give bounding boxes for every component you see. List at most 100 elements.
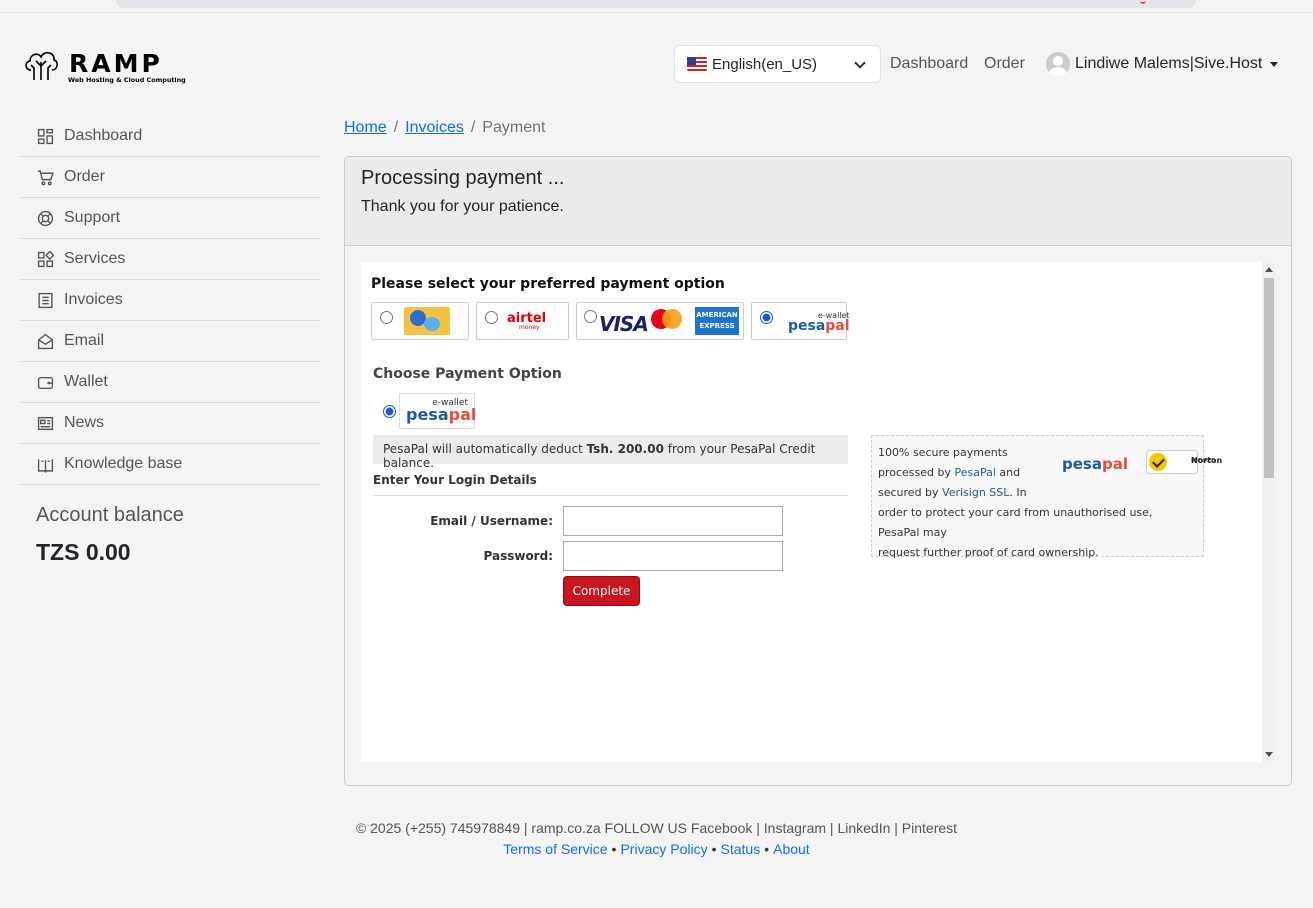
option-pesapal-ewallet[interactable]: e-wallet pesapal [751, 302, 850, 340]
radio-pesapal-ewallet[interactable] [760, 311, 773, 324]
sidebar-item-dashboard[interactable]: Dashboard [20, 116, 320, 157]
sidebar-item-label: Services [64, 250, 126, 267]
pesapal-ewallet-logo-icon: e-wallet pesapal [788, 311, 850, 334]
privacy-link[interactable]: Privacy Policy [620, 841, 707, 857]
sidebar-item-support[interactable]: Support [20, 198, 320, 239]
nav-dashboard[interactable]: Dashboard [890, 55, 968, 73]
option-tigo-pesa[interactable] [371, 302, 469, 340]
about-link[interactable]: About [773, 841, 810, 857]
sidebar-item-label: Support [64, 209, 121, 226]
browser-top-strip [0, 0, 1313, 13]
user-menu[interactable]: Lindiwe Malems|Sive.Host [1046, 52, 1279, 76]
secure-payment-notice: 100% secure payments processed by PesaPa… [871, 435, 1222, 559]
pesapal-logo-icon: pesapal [1062, 455, 1128, 473]
breadcrumb: Home / Invoices / Payment [344, 119, 545, 137]
radio-pesapal-choice[interactable] [383, 405, 396, 418]
cloud-tree-logo-icon [25, 51, 58, 80]
login-details-title: Enter Your Login Details [373, 473, 848, 496]
footer-links: Terms of Service • Privacy Policy • Status • A… [503, 841, 810, 857]
language-label: English(en_US) [712, 55, 818, 73]
us-flag-icon [687, 57, 707, 71]
account-balance-value: TZS 0.00 [36, 539, 131, 565]
account-balance-title: Account balance [36, 504, 184, 526]
wallet-icon [37, 376, 54, 389]
airtel-money-logo-icon: airtel money [507, 311, 547, 331]
breadcrumb-current: Payment [482, 119, 546, 136]
radio-tigo-pesa[interactable] [380, 311, 393, 324]
breadcrumb-separator: / [393, 119, 399, 136]
card-header: Processing payment ... Thank you for you… [345, 157, 1291, 246]
radio-airtel-money[interactable] [485, 311, 498, 324]
newspaper-icon [37, 416, 54, 430]
breadcrumb-home[interactable]: Home [344, 119, 387, 136]
pesapal-link[interactable]: PesaPal [955, 466, 996, 479]
scroll-down-icon[interactable] [1265, 752, 1273, 757]
deduct-notice: PesaPal will automatically deduct Tsh. 2… [373, 435, 848, 470]
footer: © 2025 (+255) 745978849 | ramp.co.za FOL… [0, 820, 1313, 857]
sidebar-item-news[interactable]: News [20, 403, 320, 444]
sidebar-item-order[interactable]: Order [20, 157, 320, 198]
sidebar-item-label: Dashboard [64, 127, 143, 144]
status-link[interactable]: Status [721, 841, 761, 857]
payment-select-title: Please select your preferred payment opt… [371, 276, 725, 292]
tigo-pesa-logo-icon [404, 307, 450, 335]
terms-link[interactable]: Terms of Service [503, 841, 607, 857]
sidebar-item-email[interactable]: Email [20, 321, 320, 362]
user-name: Lindiwe Malems|Sive.Host [1075, 55, 1263, 72]
sidebar-item-label: Invoices [64, 291, 123, 308]
book-icon [37, 458, 54, 473]
breadcrumb-invoices[interactable]: Invoices [405, 119, 464, 136]
option-cards[interactable]: VISA AMERICAN EXPRESS [576, 302, 744, 340]
sidebar-item-invoices[interactable]: Invoices [20, 280, 320, 321]
page-subtitle: Thank you for your patience. [361, 198, 564, 215]
page-title: Processing payment ... [361, 167, 565, 189]
sidebar: Dashboard Order Support Services Invoice… [20, 116, 320, 485]
dashboard-icon [37, 128, 54, 144]
chevron-down-icon [854, 57, 866, 69]
norton-secured-icon: Norton SECURED [1146, 450, 1222, 474]
email-field[interactable] [563, 506, 783, 536]
pesapal-ewallet-logo-icon: e-wallet pesapal [399, 393, 476, 429]
payment-card: Processing payment ... Thank you for you… [344, 156, 1292, 786]
avatar [1046, 52, 1070, 76]
cart-icon [38, 169, 54, 185]
payment-iframe[interactable]: Please select your preferred payment opt… [361, 262, 1276, 762]
sidebar-item-label: Knowledge base [64, 455, 183, 472]
complete-button[interactable]: Complete [563, 576, 640, 606]
top-mark-icon [1140, 0, 1146, 4]
email-label: Email / Username: [430, 514, 553, 528]
nav-order[interactable]: Order [984, 55, 1025, 73]
envelope-open-icon [37, 333, 54, 349]
password-field[interactable] [563, 541, 783, 571]
option-airtel-money[interactable]: airtel money [476, 302, 569, 340]
iframe-scrollbar[interactable] [1262, 262, 1276, 762]
deduct-amount: Tsh. 200.00 [586, 442, 664, 456]
services-icon [37, 250, 54, 267]
footer-copyright: © 2025 (+255) 745978849 | ramp.co.za FOL… [355, 820, 958, 836]
mastercard-logo-icon [651, 309, 683, 331]
visa-logo-icon: VISA [599, 312, 649, 336]
ramp-logo[interactable]: RAMP Web Hosting & Cloud Computing [22, 44, 186, 86]
scroll-up-icon[interactable] [1265, 267, 1273, 272]
scroll-thumb[interactable] [1264, 278, 1274, 478]
choose-option-title: Choose Payment Option [373, 366, 562, 382]
caret-down-icon [1270, 61, 1279, 67]
breadcrumb-separator: / [470, 119, 476, 136]
sidebar-item-label: Email [64, 332, 105, 349]
password-label: Password: [483, 549, 554, 563]
invoice-icon [38, 292, 53, 308]
sidebar-item-label: News [64, 414, 105, 431]
sidebar-item-label: Order [64, 168, 105, 185]
brand-tagline: Web Hosting & Cloud Computing [68, 76, 186, 84]
sidebar-item-knowledge-base[interactable]: Knowledge base [20, 444, 320, 485]
sidebar-item-services[interactable]: Services [20, 239, 320, 280]
radio-cards[interactable] [584, 310, 597, 323]
verisign-link[interactable]: Verisign SSL [942, 486, 1009, 499]
sidebar-item-label: Wallet [64, 373, 108, 390]
lifebuoy-icon [37, 210, 54, 226]
amex-logo-icon: AMERICAN EXPRESS [695, 307, 739, 335]
top-pill-bar [116, 0, 1196, 8]
brand-name: RAMP [69, 49, 163, 78]
sidebar-item-wallet[interactable]: Wallet [20, 362, 320, 403]
language-select[interactable]: English(en_US) [674, 45, 881, 83]
